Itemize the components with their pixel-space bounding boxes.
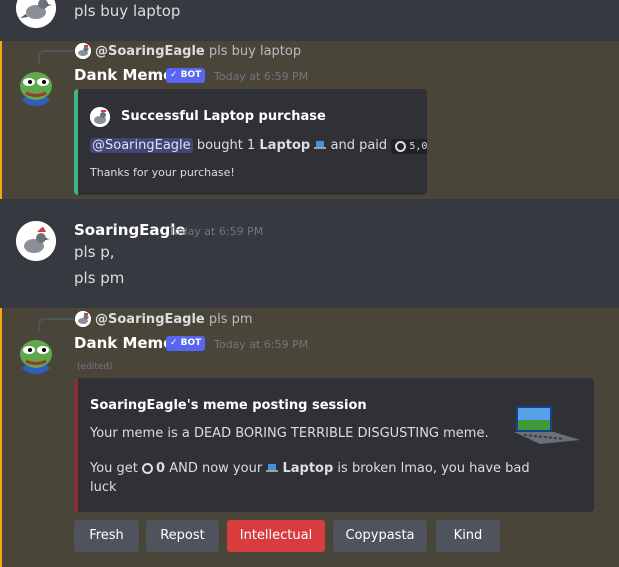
reply-preview[interactable]: @SoaringEagle pls pm	[95, 312, 253, 327]
laptop-icon	[314, 141, 327, 149]
text-broken: is broken lmao, you have bad	[337, 461, 530, 476]
amount-value: 5,000	[409, 141, 427, 152]
text-and-now: AND now your	[169, 461, 263, 476]
reply-connector	[38, 50, 74, 64]
user-avatar[interactable]	[16, 221, 56, 261]
copypasta-button[interactable]: Copypasta	[333, 520, 427, 552]
timestamp: Today at 6:59 PM	[214, 70, 309, 83]
text-bought: bought 1	[196, 138, 256, 153]
pigeon-icon	[75, 43, 91, 59]
reply-username: @SoaringEagle	[95, 44, 205, 59]
embed-title: Successful Laptop purchase	[121, 109, 326, 124]
pepe-icon	[20, 72, 52, 106]
reply-avatar[interactable]	[75, 43, 91, 59]
embed-line-1: Your meme is a DEAD BORING TERRIBLE DISG…	[90, 426, 489, 441]
timestamp: Today at 6:59 PM	[169, 225, 264, 238]
pigeon-icon	[90, 107, 110, 127]
message-text: pls buy laptop	[74, 2, 181, 20]
pigeon-icon	[75, 311, 91, 327]
kind-button[interactable]: Kind	[436, 520, 500, 552]
coin-icon	[395, 140, 407, 152]
pepe-icon	[20, 340, 52, 374]
mention-bar	[0, 308, 2, 567]
user-avatar[interactable]	[16, 0, 56, 28]
bot-avatar[interactable]	[16, 66, 56, 106]
reply-content: pls buy laptop	[208, 44, 302, 59]
embed-description: @SoaringEagle bought 1 Laptop and paid 5…	[90, 138, 427, 154]
laptop-thumbnail[interactable]	[514, 404, 582, 448]
edited-label: (edited)	[77, 362, 113, 372]
mention-bar	[0, 41, 2, 199]
timestamp: Today at 6:59 PM	[214, 338, 309, 351]
amount-code: 5,000	[391, 139, 427, 154]
reply-connector	[38, 318, 74, 332]
purchase-embed: Successful Laptop purchase @SoaringEagle…	[74, 89, 427, 195]
reply-avatar[interactable]	[75, 311, 91, 327]
repost-button[interactable]: Repost	[146, 520, 219, 552]
embed-title: SoaringEagle's meme posting session	[90, 398, 367, 413]
amount-value: 0	[156, 461, 166, 476]
embed-line-2: You get 0 AND now your Laptop is broken …	[90, 461, 530, 476]
bot-username[interactable]: Dank Memer	[74, 334, 181, 352]
embed-author-avatar	[90, 107, 110, 127]
bot-username[interactable]: Dank Memer	[74, 66, 181, 84]
coin-icon	[142, 463, 154, 474]
bot-avatar[interactable]	[16, 334, 56, 374]
intellectual-button[interactable]: Intellectual	[227, 520, 325, 552]
pigeon-icon	[16, 221, 56, 261]
text-paid: and paid	[330, 138, 388, 153]
message-text: pls pm	[74, 269, 125, 287]
message-text: pls p,	[74, 243, 115, 261]
fresh-button[interactable]: Fresh	[74, 520, 139, 552]
embed-footer: Thanks for your purchase!	[90, 166, 235, 179]
reply-preview[interactable]: @SoaringEagle pls buy laptop	[95, 44, 301, 59]
reply-username: @SoaringEagle	[95, 312, 205, 327]
meme-embed: SoaringEagle's meme posting session Your…	[74, 378, 594, 512]
laptop-icon	[266, 464, 279, 472]
text-you-get: You get	[90, 461, 138, 476]
user-mention[interactable]: @SoaringEagle	[90, 138, 193, 153]
bot-badge: ✓ BOT	[166, 336, 206, 351]
bot-badge: ✓ BOT	[166, 68, 206, 83]
item-name: Laptop	[282, 461, 334, 476]
reply-content: pls pm	[208, 312, 253, 327]
pigeon-icon	[16, 0, 56, 28]
embed-accent-bar	[74, 378, 78, 512]
item-name: Laptop	[259, 138, 311, 153]
embed-line-3: luck	[90, 480, 117, 495]
embed-accent-bar	[74, 89, 78, 195]
